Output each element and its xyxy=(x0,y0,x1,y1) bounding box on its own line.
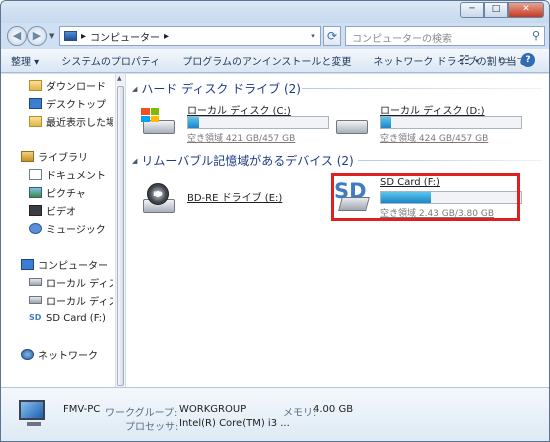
documents-icon xyxy=(29,168,42,180)
disc-icon: BD xyxy=(147,183,169,205)
hard-drive-icon xyxy=(334,108,370,136)
desktop-icon xyxy=(29,97,42,109)
maximize-button[interactable]: □ xyxy=(484,2,508,18)
group-divider xyxy=(302,88,542,89)
pictures-icon xyxy=(29,186,42,198)
sidebar-item-label: ローカル ディスク (C:) xyxy=(46,278,113,290)
computer-icon xyxy=(19,396,53,432)
sidebar-item-label: コンピューター xyxy=(38,260,108,272)
address-bar[interactable]: ▸ コンピューター ▸ ▾ xyxy=(59,26,321,46)
memory-label: メモリ: xyxy=(283,408,317,419)
view-options-icon[interactable]: ☷ xyxy=(459,53,470,67)
scrollbar-thumb[interactable] xyxy=(117,86,124,386)
hard-drive-icon xyxy=(29,278,42,286)
group-title: リムーバブル記憶域があるデバイス (2) xyxy=(141,154,354,168)
collapse-triangle-icon[interactable]: ◢ xyxy=(132,85,137,93)
sidebar-item-label: ビデオ xyxy=(46,206,76,218)
close-button[interactable]: ✕ xyxy=(508,2,544,18)
history-dropdown-icon[interactable]: ▼ xyxy=(49,32,54,40)
organize-button[interactable]: 整理 ▾ xyxy=(11,53,39,68)
sidebar-item-label: SD Card (F:) xyxy=(46,312,106,324)
minimize-button[interactable]: ─ xyxy=(460,2,484,18)
search-input[interactable]: コンピューターの検索 ⚲ xyxy=(345,26,545,46)
downloads-folder-icon xyxy=(29,79,42,91)
address-row: ◀ ▶ ▼ ▸ コンピューター ▸ ▾ ⟳ コンピューターの検索 ⚲ xyxy=(1,23,549,49)
refresh-button[interactable]: ⟳ xyxy=(323,26,341,46)
libraries-icon xyxy=(21,150,34,162)
uninstall-program-button[interactable]: プログラムのアンインストールと変更 xyxy=(182,53,351,68)
search-icon[interactable]: ⚲ xyxy=(532,29,540,42)
sidebar-item-recent-places[interactable]: 最近表示した場所 xyxy=(29,112,113,130)
back-button[interactable]: ◀ xyxy=(7,26,27,46)
help-icon[interactable]: ? xyxy=(521,53,535,67)
group-header-removable[interactable]: ◢ リムーバブル記憶域があるデバイス (2) xyxy=(132,152,354,169)
sd-card-icon: SD xyxy=(29,312,42,322)
explorer-window: ─ □ ✕ ◀ ▶ ▼ ▸ コンピューター ▸ ▾ ⟳ コンピューターの検索 ⚲… xyxy=(0,0,550,442)
drive-tile-d[interactable]: ローカル ディスク (D:) 空き領域 424 GB/457 GB xyxy=(324,102,522,144)
title-bar: ─ □ ✕ xyxy=(1,1,549,23)
processor-label: プロセッサ: xyxy=(125,422,179,433)
sidebar-item-label: 最近表示した場所 xyxy=(46,117,113,129)
sidebar-item-label: ローカル ディスク (D:) xyxy=(46,296,113,308)
drive-name: BD-RE ドライブ (E:) xyxy=(187,193,283,204)
collapse-triangle-icon[interactable]: ◢ xyxy=(132,157,137,165)
sidebar-item-label: ミュージック xyxy=(46,224,106,236)
forward-button[interactable]: ▶ xyxy=(27,26,47,46)
windows-logo-icon xyxy=(141,108,159,122)
drive-free-space: 空き領域 421 GB/457 GB xyxy=(187,134,296,144)
content-pane: ◢ ハード ディスク ドライブ (2) ローカル ディスク (C:) 空き領域 4… xyxy=(126,74,549,387)
group-header-hard-disk[interactable]: ◢ ハード ディスク ドライブ (2) xyxy=(132,80,301,97)
bd-drive-icon: BD xyxy=(141,183,177,213)
drive-usage-bar xyxy=(380,116,522,129)
processor-value: Intel(R) Core(TM) i3 ... xyxy=(179,418,290,429)
sidebar-item-label: ドキュメント xyxy=(46,170,106,182)
drive-free-space: 空き領域 424 GB/457 GB xyxy=(380,134,489,144)
computer-icon xyxy=(64,31,77,41)
hard-drive-icon xyxy=(29,296,42,304)
group-divider xyxy=(358,160,542,161)
network-icon xyxy=(21,348,34,360)
address-sep-icon[interactable]: ▸ xyxy=(81,31,86,42)
drive-name: ローカル ディスク (D:) xyxy=(380,106,485,117)
computer-name: FMV-PC xyxy=(63,404,101,415)
highlight-box xyxy=(331,173,520,221)
sidebar-item-label: ネットワーク xyxy=(38,350,98,362)
sidebar-item-local-disk-c[interactable]: ローカル ディスク (C:) xyxy=(29,273,113,291)
address-dropdown-icon[interactable]: ▾ xyxy=(306,32,320,40)
navigation-pane: ダウンロード デスクトップ 最近表示した場所 ライブラリ ドキュメント ピクチャ… xyxy=(1,74,125,387)
address-segment-computer[interactable]: コンピューター xyxy=(90,29,160,44)
details-pane: FMV-PC ワークグループ: WORKGROUP メモリ: 4.00 GB プ… xyxy=(1,387,549,441)
workgroup-value: WORKGROUP xyxy=(179,404,247,415)
sidebar-item-sd-card[interactable]: SD SD Card (F:) xyxy=(29,309,113,327)
drive-usage-bar xyxy=(187,116,329,129)
address-sep-icon[interactable]: ▸ xyxy=(164,31,169,42)
music-icon xyxy=(29,222,42,234)
videos-icon xyxy=(29,204,42,216)
computer-icon xyxy=(21,258,34,270)
group-title: ハード ディスク ドライブ (2) xyxy=(141,82,301,96)
sidebar-item-local-disk-d[interactable]: ローカル ディスク (D:) xyxy=(29,291,113,309)
sidebar-item-label: デスクトップ xyxy=(46,99,106,111)
system-properties-button[interactable]: システムのプロパティ xyxy=(61,53,160,68)
drive-tile-c[interactable]: ローカル ディスク (C:) 空き領域 421 GB/457 GB xyxy=(131,102,329,144)
memory-value: 4.00 GB xyxy=(313,404,354,415)
sidebar-item-label: ピクチャ xyxy=(46,188,86,200)
view-dropdown-icon[interactable]: ▾ xyxy=(475,57,479,65)
search-placeholder: コンピューターの検索 xyxy=(352,34,452,45)
drive-name: ローカル ディスク (C:) xyxy=(187,106,291,117)
drive-tile-e[interactable]: BD BD-RE ドライブ (E:) xyxy=(131,177,321,219)
sidebar-item-label: ダウンロード xyxy=(46,81,106,93)
scroll-up-icon[interactable]: ▲ xyxy=(117,75,122,82)
hard-drive-icon xyxy=(141,108,177,136)
preview-pane-icon[interactable]: ▭ xyxy=(499,53,510,67)
recent-places-icon xyxy=(29,115,42,127)
command-bar: 整理 ▾ システムのプロパティ プログラムのアンインストールと変更 ネットワーク… xyxy=(1,49,549,73)
sidebar-scrollbar[interactable]: ▲ xyxy=(115,74,125,387)
sidebar-item-label: ライブラリ xyxy=(38,152,88,164)
workgroup-label: ワークグループ: xyxy=(105,408,178,419)
